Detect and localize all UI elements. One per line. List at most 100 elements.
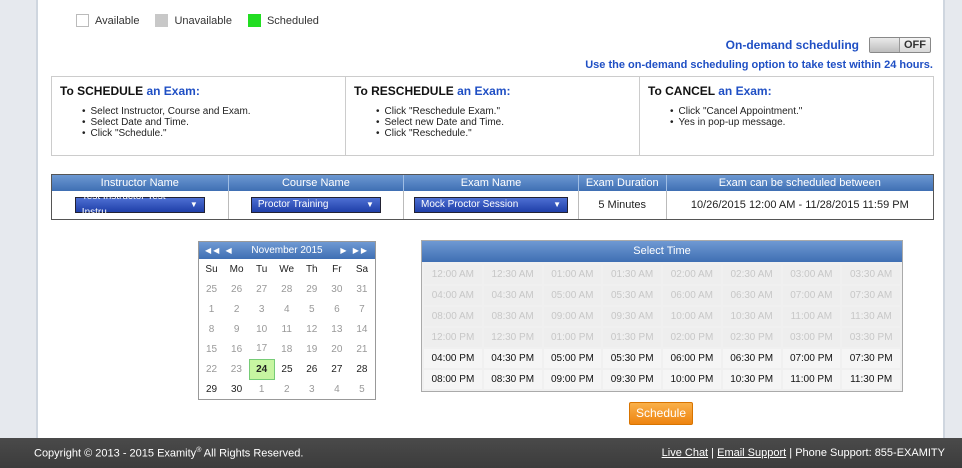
calendar-day[interactable]: 5 bbox=[299, 299, 324, 319]
time-slot[interactable]: 10:30 PM bbox=[722, 370, 781, 389]
calendar-day-selected[interactable]: 24 bbox=[248, 358, 275, 380]
calendar-day[interactable]: 26 bbox=[299, 359, 324, 379]
course-select[interactable]: Proctor Training ▼ bbox=[250, 197, 381, 213]
email-support-link[interactable]: Email Support bbox=[717, 447, 786, 459]
calendar-day[interactable]: 12 bbox=[299, 319, 324, 339]
calendar-day[interactable]: 1 bbox=[199, 299, 224, 319]
calendar-day[interactable]: 7 bbox=[349, 299, 374, 319]
instruction-item: Select Instructor, Course and Exam. bbox=[82, 106, 337, 117]
time-slot: 02:30 AM bbox=[722, 265, 781, 284]
time-slot: 11:30 AM bbox=[842, 307, 900, 326]
calendar-day[interactable]: 4 bbox=[274, 299, 299, 319]
available-swatch bbox=[76, 14, 89, 27]
toggle-state: OFF bbox=[904, 39, 926, 51]
calendar-day[interactable]: 2 bbox=[274, 379, 299, 399]
on-demand-toggle[interactable]: OFF bbox=[869, 37, 931, 53]
calendar-day[interactable]: 9 bbox=[224, 319, 249, 339]
calendar-day[interactable]: 15 bbox=[199, 339, 224, 359]
calendar-day[interactable]: 2 bbox=[224, 299, 249, 319]
time-slot[interactable]: 04:00 PM bbox=[424, 349, 482, 368]
calendar-day[interactable]: 17 bbox=[249, 339, 274, 359]
calendar-day[interactable]: 19 bbox=[299, 339, 324, 359]
calendar-day[interactable]: 23 bbox=[224, 359, 249, 379]
weekday-label: Sa bbox=[355, 263, 369, 275]
calendar-day[interactable]: 28 bbox=[274, 279, 299, 299]
calendar-day[interactable]: 30 bbox=[224, 379, 249, 399]
calendar-day[interactable]: 27 bbox=[249, 279, 274, 299]
time-slot: 04:00 AM bbox=[424, 286, 482, 305]
calendar-day[interactable]: 3 bbox=[299, 379, 324, 399]
calendar-day[interactable]: 16 bbox=[224, 339, 249, 359]
legend: Available Unavailable Scheduled bbox=[76, 14, 319, 27]
calendar-day[interactable]: 10 bbox=[249, 319, 274, 339]
time-slot: 09:00 AM bbox=[543, 307, 602, 326]
instructor-value: Test Instructor Test Instru bbox=[81, 191, 166, 218]
calendar-day[interactable]: 25 bbox=[274, 359, 299, 379]
exam-select[interactable]: Mock Proctor Session ▼ bbox=[414, 197, 568, 213]
calendar-day[interactable]: 11 bbox=[274, 319, 299, 339]
weekday-label: Mo bbox=[229, 263, 244, 275]
support-links: Live Chat | Email Support | Phone Suppor… bbox=[662, 447, 945, 459]
time-slot: 12:30 AM bbox=[483, 265, 542, 284]
calendar-day[interactable]: 5 bbox=[349, 379, 374, 399]
time-slot[interactable]: 09:00 PM bbox=[543, 370, 602, 389]
time-slot[interactable]: 10:00 PM bbox=[663, 370, 721, 389]
calendar-day[interactable]: 13 bbox=[324, 319, 349, 339]
time-slot[interactable]: 05:30 PM bbox=[603, 349, 661, 368]
calendar-day[interactable]: 28 bbox=[349, 359, 374, 379]
calendar-day[interactable]: 8 bbox=[199, 319, 224, 339]
calendar-header: ◀◀ ◀ November 2015 ▶ ▶▶ bbox=[199, 242, 375, 259]
schedule-button[interactable]: Schedule bbox=[629, 402, 693, 425]
legend-scheduled: Scheduled bbox=[266, 14, 319, 27]
heading-prefix: To bbox=[354, 84, 372, 98]
exam-value: Mock Proctor Session bbox=[421, 199, 519, 210]
time-slot[interactable]: 07:30 PM bbox=[842, 349, 900, 368]
calendar-day[interactable]: 18 bbox=[274, 339, 299, 359]
calendar-day[interactable]: 6 bbox=[324, 299, 349, 319]
calendar-day[interactable]: 25 bbox=[199, 279, 224, 299]
heading-verb: CANCEL bbox=[665, 84, 715, 98]
calendar-day[interactable]: 30 bbox=[324, 279, 349, 299]
time-selector: Select Time 12:00 AM 12:30 AM 01:00 AM 01:3… bbox=[421, 240, 903, 392]
time-slot[interactable]: 06:30 PM bbox=[722, 349, 781, 368]
toggle-knob[interactable] bbox=[870, 38, 900, 52]
calendar-day[interactable]: 20 bbox=[324, 339, 349, 359]
calendar-day[interactable]: 29 bbox=[199, 379, 224, 399]
time-slot[interactable]: 04:30 PM bbox=[483, 349, 542, 368]
on-demand-label: On-demand scheduling bbox=[725, 38, 859, 52]
calendar-day[interactable]: 14 bbox=[349, 319, 374, 339]
calendar-day[interactable]: 22 bbox=[199, 359, 224, 379]
time-slot[interactable]: 11:00 PM bbox=[782, 370, 841, 389]
prev-month-button[interactable]: ◀◀ ◀ bbox=[205, 246, 234, 255]
instructor-select[interactable]: Test Instructor Test Instru ▼ bbox=[74, 191, 205, 218]
time-slot: 03:30 PM bbox=[842, 328, 900, 347]
calendar-day[interactable]: 27 bbox=[324, 359, 349, 379]
window-start: 10/26/2015 12:00 AM bbox=[690, 199, 796, 211]
on-demand-control: On-demand scheduling OFF bbox=[726, 37, 931, 53]
cancel-heading: To CANCEL an Exam: bbox=[648, 84, 925, 98]
calendar-day[interactable]: 4 bbox=[324, 379, 349, 399]
calendar-day[interactable]: 1 bbox=[249, 379, 274, 399]
time-slot: 03:00 AM bbox=[782, 265, 841, 284]
time-slot[interactable]: 09:30 PM bbox=[603, 370, 661, 389]
exam-cell: Mock Proctor Session ▼ bbox=[404, 191, 579, 219]
time-slot[interactable]: 08:00 PM bbox=[424, 370, 482, 389]
separator: | bbox=[708, 447, 718, 459]
time-slot[interactable]: 07:00 PM bbox=[782, 349, 841, 368]
calendar-day[interactable]: 3 bbox=[249, 299, 274, 319]
calendar-day[interactable]: 29 bbox=[299, 279, 324, 299]
cancel-instructions: To CANCEL an Exam: Click "Cancel Appoint… bbox=[640, 77, 933, 155]
calendar-day[interactable]: 21 bbox=[349, 339, 374, 359]
time-slot: 09:30 AM bbox=[603, 307, 661, 326]
time-slot: 12:00 PM bbox=[424, 328, 482, 347]
time-slot[interactable]: 05:00 PM bbox=[543, 349, 602, 368]
calendar-day[interactable]: 31 bbox=[349, 279, 374, 299]
time-slot[interactable]: 11:30 PM bbox=[842, 370, 900, 389]
time-slot[interactable]: 06:00 PM bbox=[663, 349, 721, 368]
heading-prefix: To bbox=[60, 84, 78, 98]
instruction-item: Click "Reschedule Exam." bbox=[376, 106, 631, 117]
time-slot[interactable]: 08:30 PM bbox=[483, 370, 542, 389]
calendar-day[interactable]: 26 bbox=[224, 279, 249, 299]
live-chat-link[interactable]: Live Chat bbox=[662, 447, 708, 459]
next-month-button[interactable]: ▶ ▶▶ bbox=[340, 246, 369, 255]
